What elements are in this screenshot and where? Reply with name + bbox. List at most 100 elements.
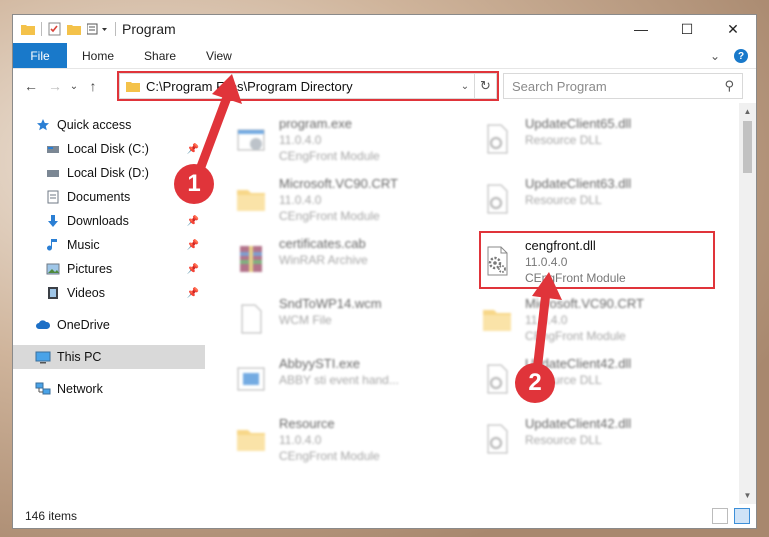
- details-view-icon[interactable]: [712, 508, 728, 524]
- list-item[interactable]: SndToWP14.wcm WCM File: [229, 291, 459, 349]
- sidebar-item-label: Downloads: [67, 214, 129, 228]
- pin-icon[interactable]: 📌: [187, 288, 199, 299]
- up-button[interactable]: ↑: [81, 74, 105, 98]
- sidebar-item-label: Documents: [67, 190, 131, 204]
- sidebar-item-this-pc[interactable]: This PC: [13, 345, 205, 369]
- list-item[interactable]: Microsoft.VC90.CRT 11.0.4.0 CEngFront Modu…: [475, 291, 705, 349]
- sidebar-item-videos[interactable]: Videos 📌: [13, 281, 205, 305]
- ribbon-tabs: File Home Share View ⌄ ?: [13, 43, 756, 69]
- step-marker-1: 1: [174, 164, 214, 204]
- file-version: 11.0.4.0: [279, 193, 322, 207]
- sidebar-item-local-disk-c[interactable]: Local Disk (C:) 📌: [13, 137, 205, 161]
- file-name: UpdateClient42.dll: [525, 416, 632, 431]
- large-icons-view-icon[interactable]: [734, 508, 750, 524]
- file-version: 11.0.4.0: [279, 433, 322, 447]
- picture-icon: [45, 262, 61, 276]
- list-item[interactable]: program.exe 11.0.4.0 CEngFront Module: [229, 111, 459, 169]
- file-name: UpdateClient65.dll: [525, 116, 632, 131]
- list-item[interactable]: certificates.cab WinRAR Archive: [229, 231, 459, 289]
- tab-view[interactable]: View: [191, 43, 247, 68]
- list-item[interactable]: UpdateClient42.dll Resource DLL: [475, 351, 705, 409]
- search-input[interactable]: [512, 78, 725, 94]
- list-item[interactable]: UpdateClient42.dll Resource DLL: [475, 411, 705, 469]
- sidebar-item-label: Network: [57, 382, 103, 396]
- explorer-window: Program — ☐ ✕ File Home Share View ⌄ ? ←…: [12, 14, 757, 529]
- file-description: CEngFront Module: [279, 449, 380, 463]
- dll-icon: [475, 357, 519, 401]
- dll-icon: [475, 117, 519, 161]
- scroll-thumb[interactable]: [743, 121, 752, 173]
- address-path[interactable]: C:\Program Files\Program Directory: [146, 79, 456, 94]
- refresh-button[interactable]: ↻: [474, 74, 496, 98]
- file-name: program.exe: [279, 116, 352, 131]
- close-button[interactable]: ✕: [710, 15, 756, 43]
- pin-icon[interactable]: 📌: [187, 240, 199, 251]
- list-item[interactable]: AbbyySTI.exe ABBY sti event hand...: [229, 351, 459, 409]
- file-name: Microsoft.VC90.CRT: [525, 296, 644, 311]
- navigation-pane: Quick access Local Disk (C:) 📌 Local Dis…: [13, 103, 205, 504]
- exe-icon: [229, 357, 273, 401]
- sidebar-item-network[interactable]: Network: [13, 377, 205, 401]
- back-button[interactable]: ←: [19, 74, 43, 98]
- list-item[interactable]: UpdateClient63.dll Resource DLL: [475, 171, 705, 229]
- file-type: Resource DLL: [525, 193, 602, 207]
- cloud-icon: [35, 318, 51, 332]
- pin-icon[interactable]: 📌: [187, 216, 199, 227]
- expand-ribbon-icon[interactable]: ⌄: [710, 49, 720, 63]
- recent-locations-button[interactable]: ⌄: [67, 74, 81, 98]
- forward-button[interactable]: →: [43, 74, 67, 98]
- file-type: Resource DLL: [525, 133, 602, 147]
- status-bar: 146 items: [13, 504, 756, 528]
- ribbon-right: ⌄ ?: [710, 43, 748, 69]
- separator: [115, 22, 116, 36]
- new-folder-icon[interactable]: [67, 23, 81, 35]
- maximize-button[interactable]: ☐: [664, 15, 710, 43]
- scroll-up-icon[interactable]: ▲: [739, 103, 756, 120]
- sidebar-item-onedrive[interactable]: OneDrive: [13, 313, 205, 337]
- file-name: UpdateClient63.dll: [525, 176, 632, 191]
- document-icon: [45, 190, 61, 204]
- address-dropdown-icon[interactable]: ⌄: [456, 81, 474, 92]
- file-list-pane: program.exe 11.0.4.0 CEngFront Module Micr…: [205, 103, 756, 504]
- item-count: 146 items: [25, 509, 78, 523]
- vertical-scrollbar[interactable]: ▲ ▼: [739, 103, 756, 504]
- archive-icon: [229, 237, 273, 281]
- sidebar-item-downloads[interactable]: Downloads 📌: [13, 209, 205, 233]
- view-toggle: [712, 508, 750, 524]
- file-type: WinRAR Archive: [279, 253, 368, 267]
- help-icon[interactable]: ?: [734, 49, 748, 63]
- drive-icon: [45, 142, 61, 156]
- window-title: Program: [122, 21, 176, 37]
- separator: [41, 22, 42, 36]
- properties-icon[interactable]: [48, 22, 61, 36]
- pin-icon[interactable]: 📌: [187, 144, 199, 155]
- sidebar-item-quick-access[interactable]: Quick access: [13, 113, 205, 137]
- sidebar-item-label: Videos: [67, 286, 105, 300]
- customize-toolbar-icon[interactable]: [87, 23, 109, 35]
- list-item[interactable]: Resource 11.0.4.0 CEngFront Module: [229, 411, 459, 469]
- tab-share[interactable]: Share: [129, 43, 191, 68]
- list-item[interactable]: Microsoft.VC90.CRT 11.0.4.0 CEngFront Modu…: [229, 171, 459, 229]
- computer-icon: [35, 350, 51, 364]
- folder-icon: [229, 417, 273, 461]
- folder-icon[interactable]: [21, 23, 35, 35]
- file-type: WCM File: [279, 313, 332, 327]
- folder-icon: [126, 82, 140, 92]
- file-version: 11.0.4.0: [525, 313, 568, 327]
- file-icon: [229, 297, 273, 341]
- sidebar-item-music[interactable]: Music 📌: [13, 233, 205, 257]
- address-bar[interactable]: C:\Program Files\Program Directory ⌄ ↻: [119, 73, 497, 99]
- minimize-button[interactable]: —: [618, 15, 664, 43]
- scroll-down-icon[interactable]: ▼: [739, 487, 756, 504]
- file-description: CEngFront Module: [525, 329, 626, 343]
- list-item[interactable]: UpdateClient65.dll Resource DLL: [475, 111, 705, 169]
- file-description: CEngFront Module: [279, 209, 380, 223]
- tab-home[interactable]: Home: [67, 43, 129, 68]
- search-box[interactable]: ⚲: [503, 73, 743, 99]
- folder-icon: [229, 177, 273, 221]
- search-icon[interactable]: ⚲: [724, 78, 734, 94]
- sidebar-item-pictures[interactable]: Pictures 📌: [13, 257, 205, 281]
- tab-file[interactable]: File: [13, 43, 67, 68]
- pin-icon[interactable]: 📌: [187, 264, 199, 275]
